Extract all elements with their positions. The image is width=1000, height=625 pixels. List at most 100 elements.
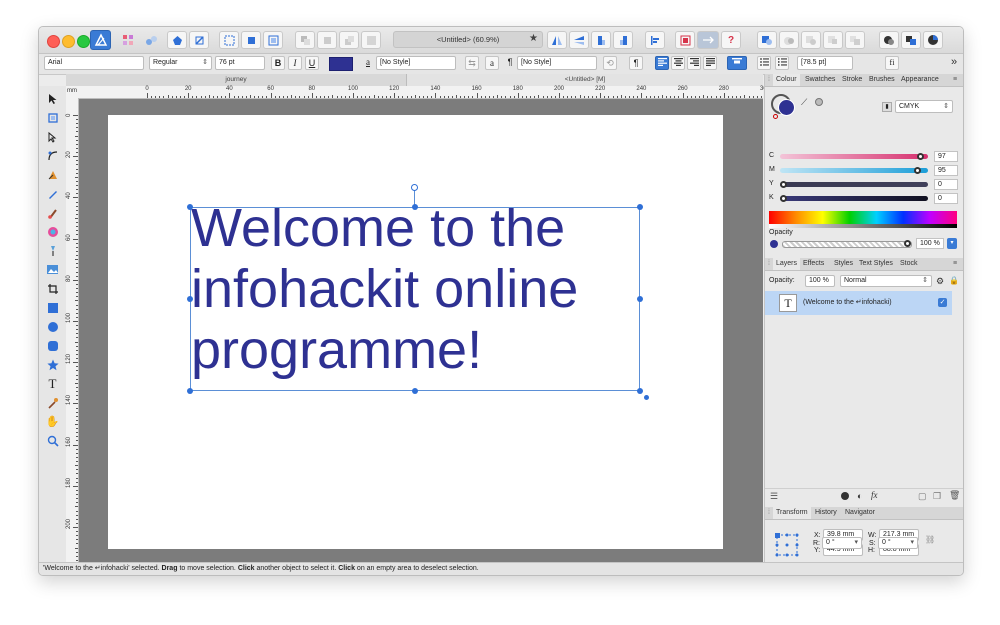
align-center-text-button[interactable] xyxy=(671,56,685,70)
justify-text-button[interactable] xyxy=(703,56,717,70)
ellipse-tool-icon[interactable] xyxy=(44,318,61,335)
add-layer-icon[interactable]: ▢ xyxy=(918,491,927,502)
vertical-ruler[interactable]: 0 20 40 60 80 100 120 140 160 180 200 xyxy=(66,86,79,562)
trash-icon[interactable]: 🗑 xyxy=(949,490,960,501)
star-icon[interactable]: ★ xyxy=(529,33,538,44)
italic-button[interactable]: I xyxy=(288,56,302,70)
leading-field[interactable]: [78.5 pt] xyxy=(797,56,853,70)
colour-mode-select[interactable]: CMYK ⇕ xyxy=(895,100,953,113)
designer-persona-icon[interactable] xyxy=(90,30,111,50)
panel-menu-icon[interactable]: ≡ xyxy=(950,258,960,270)
handle-middle-right[interactable] xyxy=(637,296,643,302)
combine-icon[interactable] xyxy=(845,31,865,49)
font-family-field[interactable]: Arial xyxy=(44,56,144,70)
color-picker-tool-icon[interactable] xyxy=(44,394,61,411)
font-size-field[interactable]: 76 pt xyxy=(215,56,265,70)
boolean-divide-icon[interactable] xyxy=(823,31,843,49)
assistant-icon[interactable] xyxy=(189,31,209,49)
panel-menu-icon[interactable]: ≡ xyxy=(950,74,960,86)
horizontal-ruler[interactable]: 0204060801001201401601802002202402602803… xyxy=(78,86,770,99)
zoom-window-button[interactable] xyxy=(77,35,90,48)
order-back-icon[interactable] xyxy=(295,31,315,49)
opacity-slider[interactable] xyxy=(782,241,912,248)
handle-bottom-right[interactable] xyxy=(637,388,643,394)
colour-spectrum[interactable] xyxy=(769,211,957,224)
tab-effects[interactable]: Effects xyxy=(800,258,827,270)
pilcrow-button[interactable]: ¶ xyxy=(629,56,643,70)
channel-c-value[interactable]: 97 xyxy=(934,151,958,162)
font-style-field[interactable]: Regular ⇕ xyxy=(149,56,212,70)
share-icon[interactable] xyxy=(167,31,187,49)
opacity-knob[interactable] xyxy=(904,240,911,247)
none-color-icon[interactable] xyxy=(773,114,778,119)
tab-appearance[interactable]: Appearance xyxy=(898,74,942,86)
handle-top-left[interactable] xyxy=(187,204,193,210)
character-style-field[interactable]: [No Style] xyxy=(376,56,456,70)
tab-brushes[interactable]: Brushes xyxy=(866,74,898,86)
transparency-tool-icon[interactable] xyxy=(44,242,61,259)
layer-opacity-field[interactable]: 100 % xyxy=(805,275,835,287)
tab-navigator[interactable]: Navigator xyxy=(842,507,878,519)
help-icon[interactable]: ? xyxy=(721,31,741,49)
tab-transform[interactable]: Transform xyxy=(773,507,811,519)
rotate-right-icon[interactable] xyxy=(613,31,633,49)
tab-swatches[interactable]: Swatches xyxy=(802,74,838,86)
text-tool-icon[interactable]: T xyxy=(44,375,61,392)
opacity-stepper-icon[interactable]: ▾ xyxy=(947,238,957,249)
paragraph-style-field[interactable]: [No Style] xyxy=(517,56,597,70)
bold-button[interactable]: B xyxy=(271,56,285,70)
channel-m-slider[interactable] xyxy=(780,168,928,173)
tab-history[interactable]: History xyxy=(812,507,840,519)
clip-icon[interactable] xyxy=(263,31,283,49)
bullet-list-button[interactable] xyxy=(757,56,771,70)
anchor-point-selector[interactable] xyxy=(775,533,799,557)
pencil-tool-icon[interactable] xyxy=(44,185,61,202)
transform-s-field[interactable]: 0 ° ▾ xyxy=(878,537,918,549)
handle-bottom-left[interactable] xyxy=(187,388,193,394)
text-fill-swatch[interactable] xyxy=(329,57,353,71)
panel-grip-icon[interactable]: ⁞ xyxy=(765,507,773,519)
speech-bubble-icon[interactable] xyxy=(879,31,899,49)
order-front-icon[interactable] xyxy=(361,31,381,49)
channel-y-slider[interactable] xyxy=(780,182,928,187)
color-wheel-icon[interactable] xyxy=(923,31,943,49)
boolean-xor-icon[interactable] xyxy=(801,31,821,49)
snap-icon[interactable] xyxy=(219,31,239,49)
channel-m-knob[interactable] xyxy=(913,167,921,174)
channel-k-value[interactable]: 0 xyxy=(934,193,958,204)
tab-colour[interactable]: Colour xyxy=(773,74,800,86)
fill-tool-icon[interactable] xyxy=(44,223,61,240)
flip-vertical-icon[interactable] xyxy=(569,31,589,49)
handle-top-middle[interactable] xyxy=(412,204,418,210)
place-image-tool-icon[interactable] xyxy=(44,261,61,278)
artboard-tool-icon[interactable] xyxy=(44,109,61,126)
settings-gear-icon[interactable]: ⚙ xyxy=(936,276,944,287)
grayscale-strip[interactable] xyxy=(769,224,957,228)
handle-bottom-middle[interactable] xyxy=(412,388,418,394)
handle-middle-left[interactable] xyxy=(187,296,193,302)
clear-style-icon[interactable]: ⇆ xyxy=(465,56,479,70)
tab-stroke[interactable]: Stroke xyxy=(839,74,865,86)
arrange-icon[interactable] xyxy=(901,31,921,49)
boolean-subtract-icon[interactable] xyxy=(757,31,777,49)
boolean-intersect-icon[interactable] xyxy=(779,31,799,49)
duplicate-layer-icon[interactable]: ❐ xyxy=(933,491,941,502)
pixel-persona-icon[interactable] xyxy=(118,31,138,49)
layer-visibility-checkbox[interactable]: ✓ xyxy=(938,298,947,307)
view-mode-icon[interactable] xyxy=(241,31,261,49)
channel-c-slider[interactable] xyxy=(780,154,928,159)
channel-k-slider[interactable] xyxy=(780,196,928,201)
node-tool-icon[interactable] xyxy=(44,128,61,145)
numbered-list-button[interactable] xyxy=(775,56,789,70)
mask-icon[interactable] xyxy=(841,492,849,500)
move-tool-icon[interactable] xyxy=(44,90,61,107)
link-proportions-icon[interactable]: ⛓ xyxy=(925,535,935,544)
insertion-icon[interactable] xyxy=(697,31,719,49)
adjustment-icon[interactable]: ◐ xyxy=(857,491,862,501)
blend-mode-select[interactable]: Normal ⇕ xyxy=(840,275,932,287)
corner-tool-icon[interactable] xyxy=(44,147,61,164)
lock-icon[interactable]: ▮ xyxy=(882,102,892,112)
ligature-button[interactable]: fi xyxy=(885,56,899,70)
tab-styles[interactable]: Styles xyxy=(831,258,856,270)
zoom-tool-icon[interactable] xyxy=(44,432,61,449)
